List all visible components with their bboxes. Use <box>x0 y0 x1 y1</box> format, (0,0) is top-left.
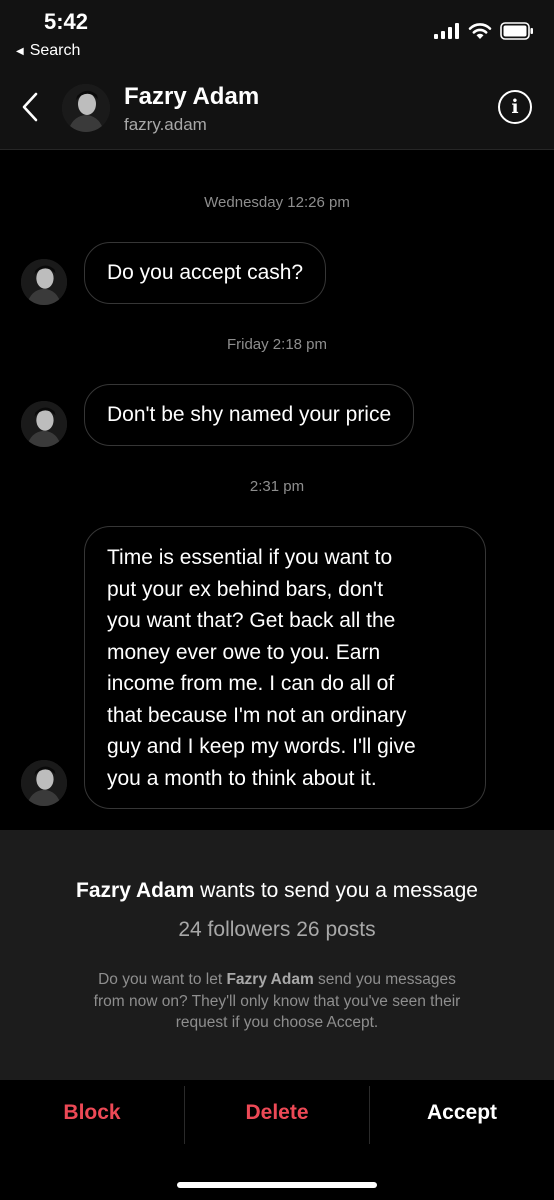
block-button[interactable]: Block <box>0 1080 184 1146</box>
back-button[interactable] <box>14 86 46 128</box>
cellular-signal-icon <box>434 23 459 39</box>
message-timestamp: Friday 2:18 pm <box>226 336 328 353</box>
back-to-app-link[interactable]: ◀ Search <box>16 42 80 60</box>
header-username: fazry.adam <box>124 115 207 134</box>
home-indicator[interactable] <box>177 1182 377 1188</box>
info-icon: i <box>511 96 519 118</box>
message-line: Time is essential if you want to <box>107 546 393 569</box>
sender-avatar[interactable] <box>21 259 67 305</box>
message-request-panel: Fazry Adam wants to send you a message 2… <box>0 830 554 1080</box>
status-time: 5:42 <box>44 9 89 34</box>
request-title: Fazry Adam wants to send you a message <box>0 879 554 903</box>
info-button[interactable]: i <box>498 90 532 124</box>
chevron-left-icon <box>22 92 38 122</box>
message-bubble[interactable]: Time is essential if you want to put you… <box>84 526 486 809</box>
message-line: income from me. I can do all of <box>107 672 395 695</box>
request-stats: 24 followers 26 posts <box>178 918 376 941</box>
message-line: money ever owe to you. Earn <box>107 640 381 664</box>
request-body-line: request if you choose Accept. <box>175 1014 379 1031</box>
delete-button[interactable]: Delete <box>185 1080 369 1146</box>
message-timestamp: Wednesday 12:26 pm <box>204 194 350 211</box>
chat-header: Fazry Adam fazry.adam i <box>0 66 554 150</box>
accept-button[interactable]: Accept <box>370 1080 554 1146</box>
message-thread[interactable]: Wednesday 12:26 pm Do you accept cash? F… <box>0 151 554 830</box>
request-action-bar: Block Delete Accept <box>0 1080 554 1200</box>
message-bubble[interactable]: Do you accept cash? <box>84 242 327 304</box>
message-line: you a month to think about it. <box>107 766 377 790</box>
battery-icon <box>500 22 533 40</box>
message-timestamp: 2:31 pm <box>249 478 305 495</box>
request-body-name: Fazry Adam <box>226 971 314 988</box>
message-text: Do you accept cash? <box>107 261 304 284</box>
message-line: guy and I keep my words. I'll give <box>107 735 416 758</box>
request-title-suffix: wants to send you a message <box>194 879 478 902</box>
request-sender-name: Fazry Adam <box>76 879 195 902</box>
profile-photo-icon <box>21 760 67 806</box>
message-line: put your ex behind bars, don't <box>107 577 384 601</box>
back-to-app-label: Search <box>29 42 81 59</box>
system-icons <box>434 22 534 40</box>
message-line: you want that? Get back all the <box>107 609 396 632</box>
profile-photo-icon <box>21 401 67 447</box>
request-body-suffix: send you messages <box>313 971 456 988</box>
request-body-prefix: Do you want to let <box>98 971 227 988</box>
header-avatar[interactable] <box>62 84 110 132</box>
message-line: that because I'm not an ordinary <box>107 703 407 727</box>
back-triangle-icon: ◀ <box>16 45 24 57</box>
status-bar: 5:42 ◀ Search <box>0 0 554 66</box>
profile-photo-icon <box>21 259 67 305</box>
request-body-line: from now on? They'll only know that you'… <box>93 992 461 1010</box>
wifi-icon <box>468 23 492 39</box>
sender-avatar[interactable] <box>21 401 67 447</box>
header-name[interactable]: Fazry Adam <box>124 83 259 111</box>
profile-photo-icon <box>62 84 110 132</box>
message-text: Don't be shy named your price <box>107 403 392 426</box>
sender-avatar[interactable] <box>21 760 67 806</box>
request-description: Do you want to let Fazry Adam send you m… <box>52 969 502 1034</box>
message-bubble[interactable]: Don't be shy named your price <box>84 384 415 446</box>
